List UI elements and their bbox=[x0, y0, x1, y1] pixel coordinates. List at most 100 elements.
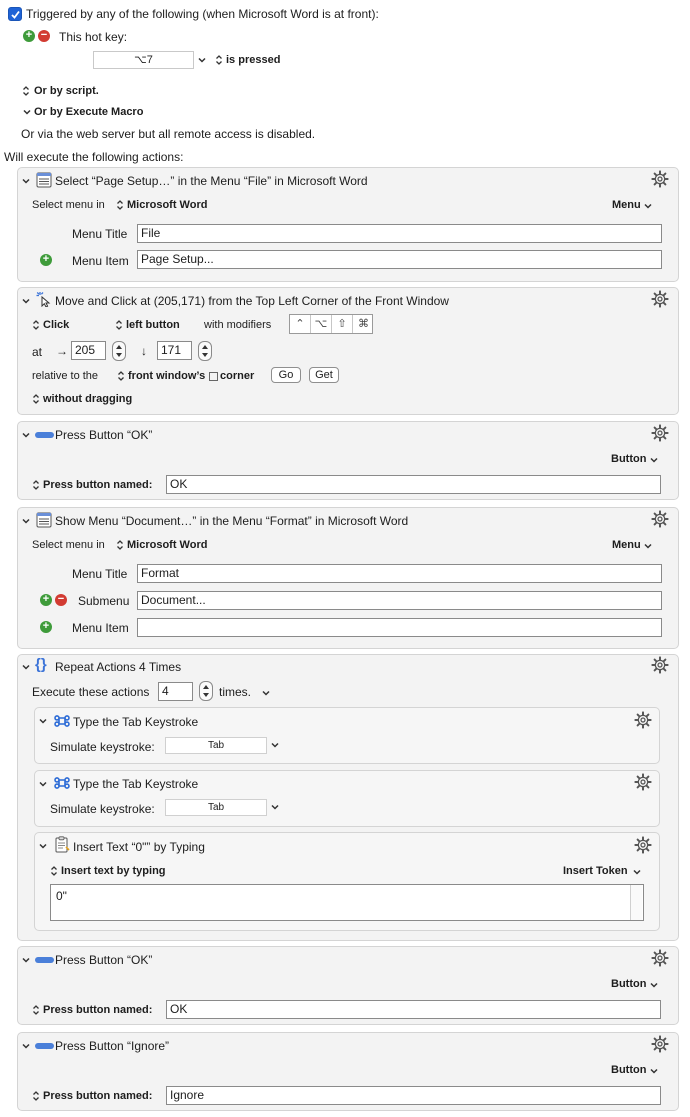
remove-submenu-button[interactable]: − bbox=[55, 594, 67, 606]
gear-icon[interactable] bbox=[651, 290, 669, 308]
corner-icon[interactable] bbox=[209, 372, 218, 381]
updown-icon[interactable] bbox=[115, 319, 123, 331]
text-scrollbar[interactable] bbox=[630, 885, 642, 920]
keystroke-field[interactable]: Tab bbox=[165, 737, 267, 754]
action-title: Press Button “OK” bbox=[55, 428, 153, 442]
y-coordinate-field[interactable]: 171 bbox=[157, 341, 192, 360]
menu-popup[interactable]: Menu bbox=[612, 539, 641, 551]
times-field[interactable]: 4 bbox=[158, 682, 193, 701]
chevron-down-icon[interactable] bbox=[38, 841, 48, 851]
gear-icon[interactable] bbox=[651, 170, 669, 188]
updown-icon[interactable] bbox=[116, 539, 124, 551]
chevron-down-icon[interactable] bbox=[21, 430, 31, 440]
button-name-field[interactable]: Ignore bbox=[166, 1086, 661, 1105]
insert-text-area[interactable]: 0" bbox=[50, 884, 644, 921]
menu-title-field[interactable]: Format bbox=[137, 564, 662, 583]
remove-trigger-button[interactable]: − bbox=[38, 30, 50, 42]
chevron-down-icon[interactable] bbox=[22, 107, 32, 117]
gear-icon[interactable] bbox=[634, 711, 652, 729]
dragging-select[interactable]: without dragging bbox=[43, 393, 132, 405]
chevron-down-icon[interactable] bbox=[643, 201, 653, 211]
button-select[interactable]: left button bbox=[126, 319, 180, 331]
click-type-select[interactable]: Click bbox=[43, 319, 69, 331]
chevron-down-icon[interactable] bbox=[38, 716, 48, 726]
menu-title-label: Menu Title bbox=[72, 227, 128, 241]
chevron-down-icon[interactable] bbox=[21, 296, 31, 306]
updown-icon[interactable] bbox=[32, 319, 40, 331]
press-button-named-label[interactable]: Press button named: bbox=[43, 1004, 152, 1016]
chevron-down-icon[interactable] bbox=[649, 980, 659, 990]
hotkey-field[interactable]: ⌥7 bbox=[93, 51, 194, 69]
command-modifier[interactable]: ⌘ bbox=[353, 315, 374, 333]
menu-item-field[interactable] bbox=[137, 618, 662, 637]
updown-icon[interactable] bbox=[32, 479, 40, 491]
app-select[interactable]: Microsoft Word bbox=[127, 199, 207, 211]
add-submenu-button[interactable]: + bbox=[40, 594, 52, 606]
get-button[interactable]: Get bbox=[309, 367, 339, 383]
gear-clock-icon[interactable] bbox=[651, 656, 669, 674]
y-stepper[interactable] bbox=[198, 341, 212, 361]
chevron-down-icon[interactable] bbox=[38, 779, 48, 789]
chevron-down-icon[interactable] bbox=[270, 740, 280, 750]
chevron-down-icon[interactable] bbox=[21, 662, 31, 672]
chevron-down-icon[interactable] bbox=[21, 1041, 31, 1051]
menu-title-field[interactable]: File bbox=[137, 224, 662, 243]
updown-icon[interactable] bbox=[32, 1004, 40, 1016]
gear-icon[interactable] bbox=[651, 949, 669, 967]
chevron-down-icon[interactable] bbox=[270, 802, 280, 812]
button-popup[interactable]: Button bbox=[611, 1064, 646, 1076]
gear-icon[interactable] bbox=[651, 424, 669, 442]
go-button[interactable]: Go bbox=[271, 367, 301, 383]
menu-item-field[interactable]: Page Setup... bbox=[137, 250, 662, 269]
chevron-down-icon[interactable] bbox=[261, 688, 271, 698]
updown-icon[interactable] bbox=[22, 85, 30, 97]
clipboard-icon bbox=[55, 836, 70, 853]
button-popup[interactable]: Button bbox=[611, 978, 646, 990]
shift-modifier[interactable]: ⇧ bbox=[332, 315, 353, 333]
chevron-down-icon[interactable] bbox=[21, 955, 31, 965]
chevron-down-icon[interactable] bbox=[21, 176, 31, 186]
submenu-field[interactable]: Document... bbox=[137, 591, 662, 610]
add-trigger-button[interactable]: + bbox=[23, 30, 35, 42]
press-button-named-label[interactable]: Press button named: bbox=[43, 1090, 152, 1102]
gear-icon[interactable] bbox=[651, 510, 669, 528]
times-stepper[interactable] bbox=[199, 681, 213, 701]
press-button-named-label[interactable]: Press button named: bbox=[43, 479, 152, 491]
chevron-down-icon[interactable] bbox=[649, 455, 659, 465]
menu-popup[interactable]: Menu bbox=[612, 199, 641, 211]
updown-icon[interactable] bbox=[50, 865, 58, 877]
control-modifier[interactable]: ⌃ bbox=[290, 315, 311, 333]
button-name-field[interactable]: OK bbox=[166, 1000, 661, 1019]
keystroke-field[interactable]: Tab bbox=[165, 799, 267, 816]
add-menu-item-button[interactable]: + bbox=[40, 621, 52, 633]
x-coordinate-field[interactable]: 205 bbox=[71, 341, 106, 360]
trigger-checkbox[interactable] bbox=[8, 7, 22, 21]
gear-icon[interactable] bbox=[634, 836, 652, 854]
updown-icon[interactable] bbox=[116, 199, 124, 211]
button-name-field[interactable]: OK bbox=[166, 475, 661, 494]
chevron-down-icon[interactable] bbox=[632, 867, 642, 877]
action-title: Press Button “Ignore” bbox=[55, 1039, 170, 1053]
gear-icon[interactable] bbox=[651, 1035, 669, 1053]
updown-icon[interactable] bbox=[32, 393, 40, 405]
chevron-down-icon[interactable] bbox=[21, 516, 31, 526]
button-popup[interactable]: Button bbox=[611, 453, 646, 465]
chevron-down-icon[interactable] bbox=[197, 55, 207, 65]
insert-mode-select[interactable]: Insert text by typing bbox=[61, 865, 166, 877]
relative-target-select[interactable]: front window’s bbox=[128, 370, 205, 382]
is-pressed-select[interactable]: is pressed bbox=[226, 54, 280, 66]
or-by-execute-macro[interactable]: Or by Execute Macro bbox=[34, 106, 143, 118]
or-by-script[interactable]: Or by script. bbox=[34, 85, 99, 97]
updown-icon[interactable] bbox=[215, 54, 223, 66]
trigger-header: Triggered by any of the following (when … bbox=[26, 7, 379, 21]
app-select[interactable]: Microsoft Word bbox=[127, 539, 207, 551]
updown-icon[interactable] bbox=[32, 1090, 40, 1102]
option-modifier[interactable]: ⌥ bbox=[311, 315, 332, 333]
x-stepper[interactable] bbox=[112, 341, 126, 361]
gear-icon[interactable] bbox=[634, 773, 652, 791]
add-menu-item-button[interactable]: + bbox=[40, 254, 52, 266]
chevron-down-icon[interactable] bbox=[649, 1066, 659, 1076]
chevron-down-icon[interactable] bbox=[643, 541, 653, 551]
updown-icon[interactable] bbox=[117, 370, 125, 382]
insert-token-popup[interactable]: Insert Token bbox=[563, 865, 628, 877]
